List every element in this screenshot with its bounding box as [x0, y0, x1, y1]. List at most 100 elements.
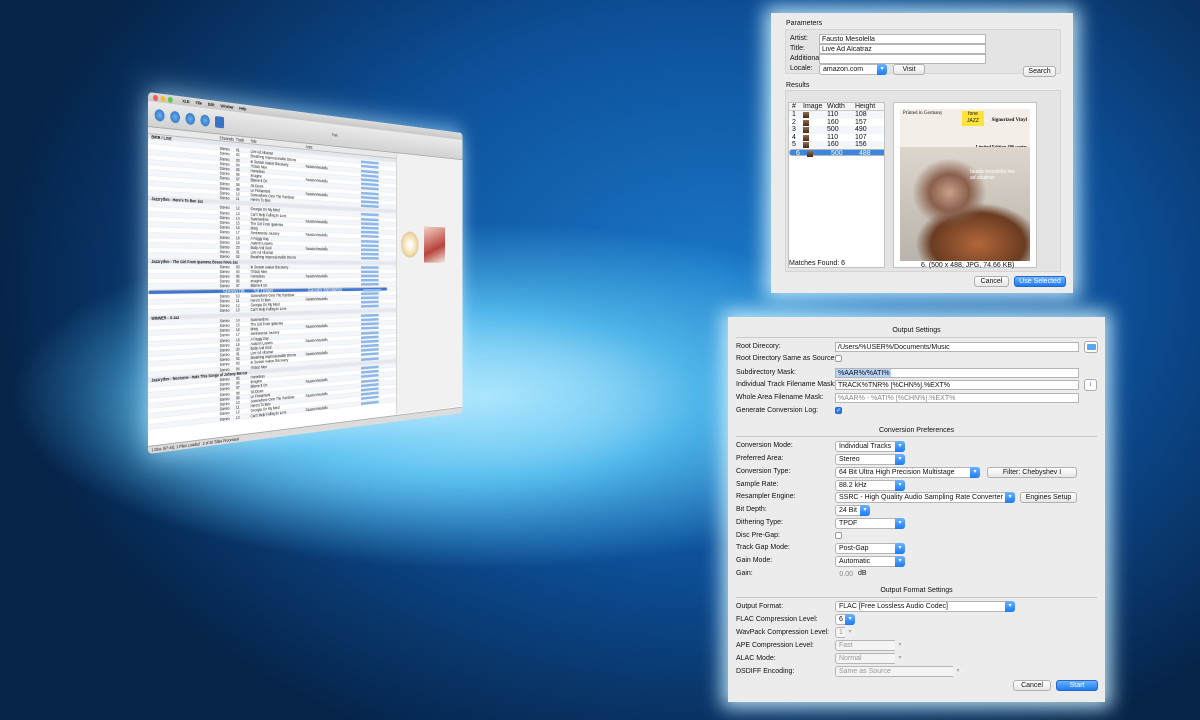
track-mask-label: Individual Track Filename Mask:: [736, 381, 836, 388]
search-button[interactable]: Search: [1023, 66, 1056, 77]
out-format-select[interactable]: FLAC [Free Lossless Audio Codec] ▾: [835, 601, 1015, 612]
root-dir-label: Root Direcory:: [736, 343, 781, 350]
cover-thumbnail: [803, 134, 809, 141]
gap-mode-label: Track Gap Mode:: [736, 544, 790, 551]
convert-icon[interactable]: [170, 110, 180, 124]
info-icon[interactable]: i: [1084, 379, 1097, 391]
matches-found: Matches Found: 6: [789, 260, 846, 267]
pregap-checkbox[interactable]: [835, 532, 842, 539]
engines-setup-button[interactable]: Engines Setup: [1020, 492, 1077, 503]
cancel-button[interactable]: Cancel: [974, 276, 1009, 287]
dsdiff-label: DSDIFF Encoding:: [736, 668, 795, 675]
zoom-icon[interactable]: [167, 96, 173, 103]
settings-icon[interactable]: [185, 111, 195, 125]
artist-field[interactable]: [819, 34, 986, 44]
info-panel: [395, 153, 463, 415]
bit-depth-label: Bit Depth:: [736, 506, 767, 513]
play-icon[interactable]: [200, 113, 210, 127]
result-row[interactable]: 4 110 107: [789, 134, 884, 142]
conv-mode-label: Conversion Mode:: [736, 442, 793, 449]
resampler-select[interactable]: SSRC - High Quality Audio Sampling Rate …: [835, 492, 1015, 503]
use-selected-button[interactable]: Use Selected: [1014, 276, 1066, 287]
album-artwork: [424, 226, 446, 263]
resampler-label: Resampler Engine:: [736, 493, 796, 500]
menu-item-help[interactable]: Help: [239, 106, 246, 112]
artist-label: Artist:: [790, 35, 808, 42]
sample-rate-label: Sample Rate:: [736, 481, 779, 488]
cover-preview: Printed in Germany fone JAZZ Signorized …: [893, 102, 1037, 268]
cover-thumbnail: [807, 150, 813, 157]
conversion-prefs-heading: Conversion Preferences: [878, 427, 955, 434]
alac-select[interactable]: Normal ▾: [835, 653, 905, 664]
sample-rate-select[interactable]: 88.2 kHz ▾: [835, 480, 905, 491]
bit-depth-select[interactable]: 24 Bit ▾: [835, 505, 870, 516]
cover-search-dialog: Parameters Artist: Title: Additional: Lo…: [771, 13, 1073, 293]
album-cover-image: Printed in Germany fone JAZZ Signorized …: [900, 109, 1030, 261]
conv-type-select[interactable]: 64 Bit Ultra High Precision Multistage ▾: [835, 467, 980, 478]
result-row[interactable]: 1 110 108: [789, 111, 884, 119]
menu-item-window[interactable]: Window: [221, 103, 234, 109]
visit-button[interactable]: Visit: [893, 64, 925, 75]
output-settings-dialog: Output Settings Root Direcory: Root Dire…: [728, 317, 1105, 702]
fone-jazz-logo: fone JAZZ: [962, 111, 984, 126]
subdir-label: Subdirectory Mask:: [736, 369, 796, 376]
cover-thumbnail: [803, 119, 809, 126]
cancel-button[interactable]: Cancel: [1013, 680, 1051, 691]
gain-mode-select[interactable]: Automatic ▾: [835, 556, 905, 567]
whole-mask-field[interactable]: [835, 393, 1079, 403]
open-icon[interactable]: [154, 108, 165, 122]
wavpack-label: WavPack Compression Level:: [736, 629, 830, 636]
pref-area-label: Preferred Area:: [736, 455, 784, 462]
start-button[interactable]: Start: [1056, 680, 1098, 691]
root-dir-field[interactable]: [835, 342, 1079, 352]
result-row[interactable]: 2 160 157: [789, 119, 884, 127]
filter-button[interactable]: Filter: Chebyshev I: [987, 467, 1077, 478]
results-table[interactable]: # Image Width Height 1 110 108 2 160 157 3 500 4…: [788, 102, 885, 268]
minimize-icon[interactable]: [160, 95, 166, 102]
pref-area-select[interactable]: Stereo ▾: [835, 454, 905, 465]
cover-artist-text: fausto mesolella live ad alcatraz: [970, 169, 1016, 181]
dither-label: Dithering Type:: [736, 519, 783, 526]
additional-field[interactable]: [819, 54, 986, 64]
cover-thumbnail: [803, 112, 809, 118]
ape-select[interactable]: Fast ▾: [835, 640, 905, 651]
track-tree[interactable]: Channels Track Title Artist BIRR / LIVE S…: [148, 127, 396, 445]
log-label: Generate Conversion Log:: [736, 407, 819, 414]
dsdiff-select[interactable]: Same as Source ▾: [835, 666, 963, 677]
result-row[interactable]: 5 160 156: [789, 141, 884, 149]
output-format-heading: Output Format Settings: [880, 587, 953, 594]
track-mask-field[interactable]: [835, 380, 1079, 390]
dither-select[interactable]: TPDF ▾: [835, 518, 905, 529]
gain-field[interactable]: [835, 569, 855, 579]
log-checkbox[interactable]: ✓: [835, 407, 842, 414]
output-settings-heading: Output Settings: [892, 327, 941, 334]
gap-mode-select[interactable]: Post-Gap ▾: [835, 543, 905, 554]
results-heading: Results: [786, 82, 810, 89]
flac-level-label: FLAC Compression Level:: [736, 616, 818, 623]
cover-thumbnail: [803, 142, 809, 148]
menu-item-app[interactable]: XLD: [182, 98, 189, 104]
title-field[interactable]: [819, 44, 986, 54]
locale-label: Locale:: [790, 65, 813, 72]
locale-select[interactable]: amazon.com ▾: [819, 64, 887, 75]
out-format-label: Output Format:: [736, 603, 784, 610]
result-row[interactable]: 3 500 490: [789, 126, 884, 134]
gain-mode-label: Gain Mode:: [736, 557, 773, 564]
subdir-field[interactable]: [835, 368, 1079, 378]
title-label: Title:: [790, 45, 805, 52]
conv-type-label: Conversion Type:: [736, 468, 791, 475]
menu-item-file[interactable]: File: [196, 100, 202, 106]
menu-item-edit[interactable]: Edit: [208, 102, 214, 108]
alac-label: ALAC Mode:: [736, 655, 776, 662]
whole-mask-label: Whole Area Filename Mask:: [736, 394, 824, 401]
root-same-checkbox[interactable]: [835, 355, 842, 362]
conv-mode-select[interactable]: Individual Tracks ▾: [835, 441, 905, 452]
result-row[interactable]: 6 500 488: [789, 148, 884, 157]
browse-folder-button[interactable]: [1084, 341, 1098, 353]
flac-level-select[interactable]: 6 ▾: [835, 614, 855, 625]
wavpack-select[interactable]: 1 ▾: [835, 627, 855, 638]
audio-app-window: XLD File Edit Window Help Trak Channels …: [148, 92, 463, 454]
portrait-photo: [900, 147, 1030, 261]
stop-icon[interactable]: [215, 115, 225, 128]
close-icon[interactable]: [153, 94, 158, 101]
